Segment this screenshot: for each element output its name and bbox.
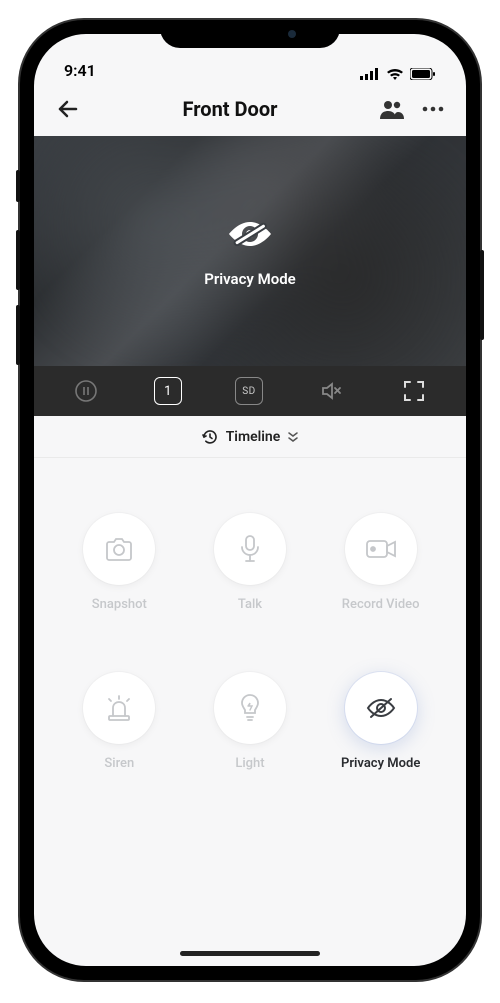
phone-side-button — [16, 230, 20, 290]
privacy-mode-action[interactable]: Privacy Mode — [321, 672, 441, 771]
eye-off-icon — [365, 695, 397, 721]
light-label: Light — [235, 756, 264, 771]
layout-value: 1 — [164, 384, 171, 399]
wifi-icon — [386, 68, 404, 80]
fullscreen-icon — [403, 380, 425, 402]
phone-side-button — [16, 305, 20, 365]
timeline-toggle[interactable]: Timeline — [34, 416, 466, 458]
phone-notch — [160, 20, 340, 48]
lightbulb-icon — [239, 693, 261, 723]
pause-button[interactable] — [71, 376, 101, 406]
snapshot-action[interactable]: Snapshot — [59, 513, 179, 612]
cellular-icon — [360, 68, 380, 80]
record-label: Record Video — [342, 597, 420, 612]
more-options-button[interactable] — [422, 106, 444, 112]
quality-button[interactable]: SD — [235, 377, 263, 405]
mute-button[interactable] — [316, 376, 346, 406]
siren-icon — [104, 694, 134, 722]
arrow-left-icon — [56, 97, 80, 121]
video-toolbar: 1 SD — [34, 366, 466, 416]
light-action[interactable]: Light — [190, 672, 310, 771]
siren-label: Siren — [104, 756, 134, 771]
talk-label: Talk — [238, 597, 262, 612]
timeline-label: Timeline — [226, 429, 281, 445]
people-icon — [380, 99, 404, 119]
chevron-double-down-icon — [288, 431, 298, 443]
microphone-icon — [239, 534, 261, 564]
layout-button[interactable]: 1 — [154, 377, 182, 405]
video-camera-icon — [365, 538, 397, 560]
battery-icon — [410, 68, 436, 80]
privacy-label: Privacy Mode — [341, 756, 420, 771]
phone-side-button — [480, 250, 484, 340]
quick-actions: Snapshot Talk Record Video — [34, 458, 466, 966]
phone-side-button — [16, 170, 20, 202]
camera-feed[interactable]: Privacy Mode — [34, 136, 466, 366]
back-button[interactable] — [56, 97, 80, 121]
app-header: Front Door — [34, 82, 466, 136]
fullscreen-button[interactable] — [399, 376, 429, 406]
record-video-action[interactable]: Record Video — [321, 513, 441, 612]
talk-action[interactable]: Talk — [190, 513, 310, 612]
pause-icon — [74, 379, 98, 403]
privacy-eye-off-icon — [224, 214, 276, 258]
phone-frame: 9:41 Front Door — [20, 20, 480, 980]
privacy-overlay-label: Privacy Mode — [204, 270, 296, 288]
siren-action[interactable]: Siren — [59, 672, 179, 771]
page-title: Front Door — [183, 97, 278, 121]
share-users-button[interactable] — [380, 99, 404, 119]
quality-value: SD — [242, 386, 256, 397]
more-horizontal-icon — [422, 106, 444, 112]
camera-icon — [104, 536, 134, 562]
speaker-muted-icon — [319, 379, 343, 403]
snapshot-label: Snapshot — [92, 597, 147, 612]
home-indicator[interactable] — [180, 951, 320, 956]
history-icon — [202, 429, 218, 445]
status-time: 9:41 — [64, 61, 96, 80]
